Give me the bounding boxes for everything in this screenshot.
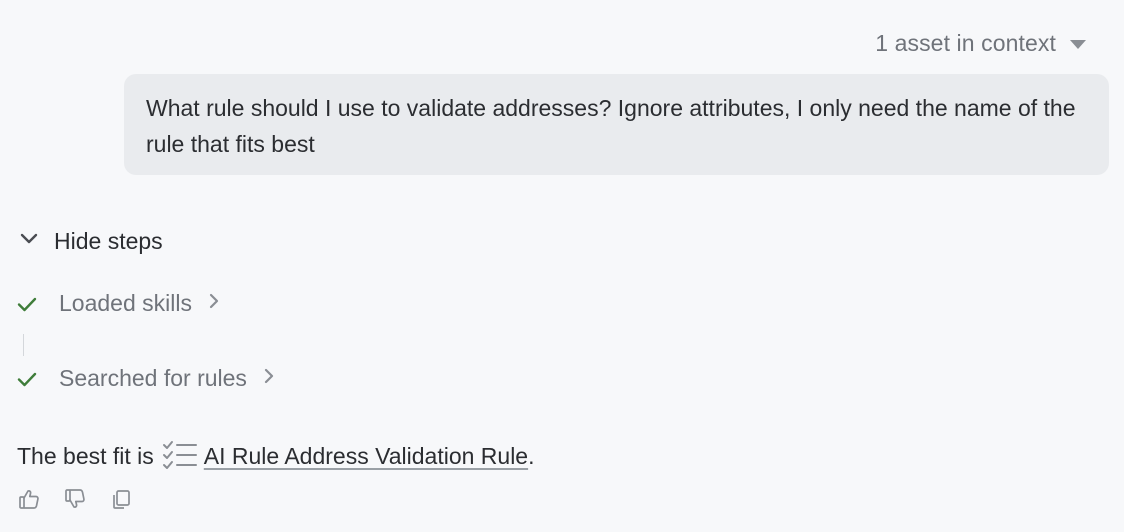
hide-steps-toggle[interactable]: Hide steps xyxy=(18,228,163,255)
message-actions xyxy=(17,487,133,511)
context-label: 1 asset in context xyxy=(875,30,1056,56)
caret-down-icon xyxy=(1070,40,1086,49)
assistant-answer: The best fit is AI Rule Address Validati… xyxy=(17,440,535,472)
step-loaded-skills[interactable]: Loaded skills xyxy=(16,290,222,317)
check-icon xyxy=(16,293,38,315)
thumbs-up-icon[interactable] xyxy=(17,487,41,511)
hide-steps-label: Hide steps xyxy=(54,228,163,254)
step-label: Loaded skills xyxy=(59,290,192,316)
check-icon xyxy=(16,368,38,390)
answer-prefix: The best fit is xyxy=(17,442,154,469)
context-dropdown[interactable]: 1 asset in context xyxy=(875,30,1086,57)
thumbs-down-icon[interactable] xyxy=(63,487,87,511)
chat-panel: 1 asset in context What rule should I us… xyxy=(0,0,1124,532)
rule-checklist-icon xyxy=(162,440,198,472)
chevron-right-icon xyxy=(206,290,222,317)
chevron-right-icon xyxy=(261,365,277,392)
step-searched-for-rules[interactable]: Searched for rules xyxy=(16,365,277,392)
chevron-down-icon xyxy=(18,228,40,255)
answer-suffix: . xyxy=(528,442,535,469)
user-message-bubble: What rule should I use to validate addre… xyxy=(124,74,1109,175)
step-label: Searched for rules xyxy=(59,365,247,391)
copy-icon[interactable] xyxy=(109,487,133,511)
rule-link[interactable]: AI Rule Address Validation Rule xyxy=(204,443,528,470)
user-message-text: What rule should I use to validate addre… xyxy=(146,95,1076,157)
step-connector xyxy=(23,334,24,356)
